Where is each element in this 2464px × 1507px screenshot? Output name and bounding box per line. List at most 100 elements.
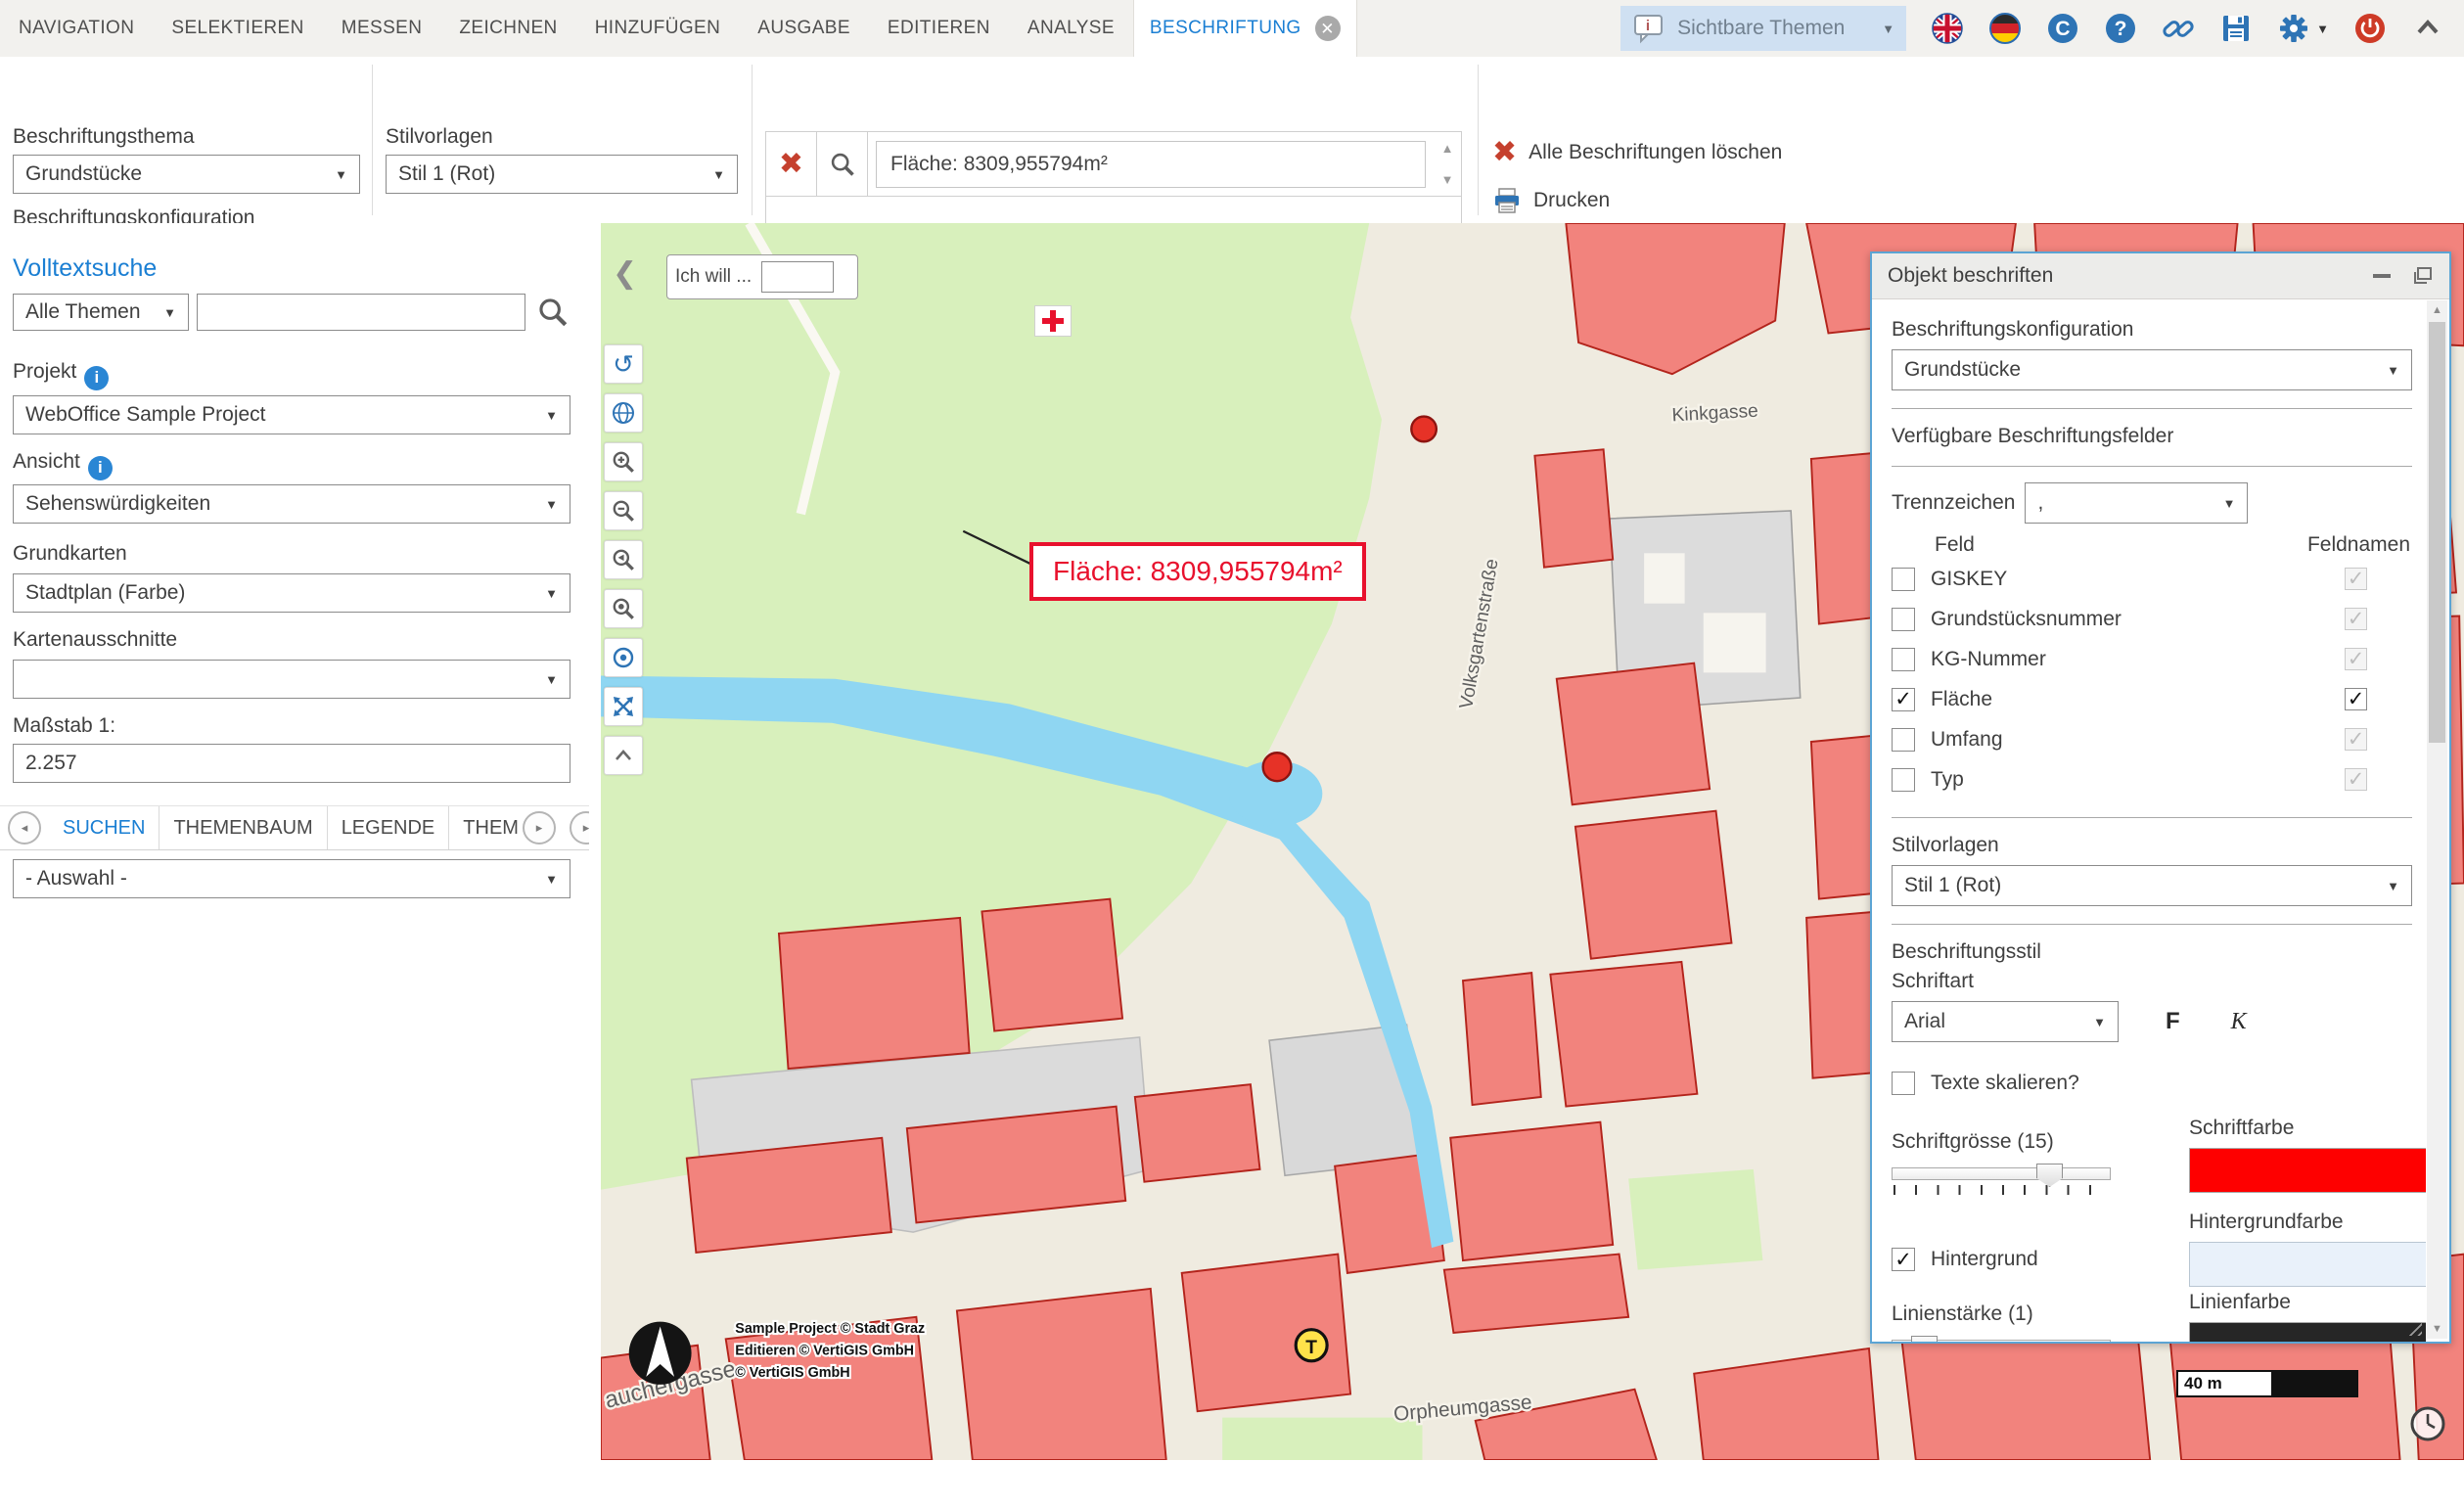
overview-map-button[interactable] xyxy=(604,393,643,433)
slider-thumb[interactable] xyxy=(1911,1336,1938,1342)
zoom-out-button[interactable] xyxy=(604,491,643,530)
zoom-in-button[interactable] xyxy=(604,442,643,481)
visible-themes-dropdown[interactable]: i Sichtbare Themen ▼ xyxy=(1620,6,1906,51)
help-icon[interactable]: ? xyxy=(2104,12,2137,45)
label-list-scroll[interactable]: ▲ ▼ xyxy=(1434,132,1461,197)
tab-themen[interactable]: THEM xyxy=(449,806,521,849)
grundkarten-value: Stadtplan (Farbe) xyxy=(25,581,545,605)
tab-selektieren[interactable]: SELEKTIEREN xyxy=(153,0,322,57)
zoom-previous-button[interactable] xyxy=(604,540,643,579)
tab-analyse[interactable]: ANALYSE xyxy=(1009,0,1133,57)
search-icon[interactable] xyxy=(536,296,570,329)
panel-stilvorlagen-select[interactable]: Stil 1 (Rot) ▼ xyxy=(1892,865,2412,906)
projekt-select[interactable]: WebOffice Sample Project ▼ xyxy=(13,395,570,434)
tab-zeichnen[interactable]: ZEICHNEN xyxy=(440,0,575,57)
map-area-label[interactable]: Fläche: 8309,955794m² xyxy=(1029,542,1366,601)
auswahl-select[interactable]: - Auswahl - ▼ xyxy=(13,859,570,898)
hintergrund-checkbox[interactable]: ✓ xyxy=(1892,1248,1915,1271)
transit-stop-marker[interactable]: T xyxy=(1296,1330,1327,1361)
scroll-down-icon[interactable]: ▼ xyxy=(2427,1319,2447,1339)
tabs-scroll-right-button[interactable]: ▸ xyxy=(523,811,556,845)
field-checkbox[interactable] xyxy=(1892,768,1915,792)
kartenausschnitte-select[interactable]: ▼ xyxy=(13,660,570,699)
italic-button[interactable]: K xyxy=(2225,1008,2253,1036)
copyright-info-icon[interactable]: C xyxy=(2046,12,2079,45)
schriftart-select[interactable]: Arial ▼ xyxy=(1892,1001,2119,1042)
scroll-up-icon[interactable]: ▲ xyxy=(1441,141,1454,156)
tabs-scroll-left-button[interactable]: ◂ xyxy=(8,811,41,845)
chevron-down-icon: ▼ xyxy=(545,872,558,887)
beschriftungsthema-select[interactable]: Grundstücke ▼ xyxy=(13,155,360,194)
scroll-up-icon[interactable]: ▲ xyxy=(2427,300,2447,320)
save-icon[interactable] xyxy=(2219,12,2253,45)
tab-messen[interactable]: MESSEN xyxy=(323,0,441,57)
tab-ausgabe[interactable]: AUSGABE xyxy=(739,0,869,57)
scroll-down-icon[interactable]: ▼ xyxy=(1441,172,1454,187)
tabs-overflow-button[interactable]: ▸ xyxy=(570,811,589,845)
sidebar-tabbar: ◂ SUCHEN THEMENBAUM LEGENDE THEM ▸ ▸ xyxy=(0,805,589,850)
feldname-checkbox: ✓ xyxy=(2345,728,2367,751)
massstab-input[interactable]: 2.257 xyxy=(13,744,570,783)
collapse-maptools-button[interactable] xyxy=(604,736,643,775)
previous-extent-button[interactable]: ↺ xyxy=(604,344,643,384)
volltextsuche-heading[interactable]: Volltextsuche xyxy=(13,254,157,283)
tab-themenbaum[interactable]: THEMENBAUM xyxy=(160,806,327,849)
zoom-next-button[interactable] xyxy=(604,589,643,628)
linienfarbe-swatch[interactable] xyxy=(2189,1322,2426,1342)
bold-button[interactable]: F xyxy=(2160,1007,2186,1036)
theme-filter-select[interactable]: Alle Themen ▼ xyxy=(13,294,189,331)
tab-suchen[interactable]: SUCHEN xyxy=(49,806,160,849)
panel-scrollbar[interactable]: ▲ ▼ xyxy=(2427,300,2447,1339)
english-language-icon[interactable] xyxy=(1931,12,1964,45)
field-checkbox[interactable] xyxy=(1892,608,1915,631)
delete-label-button[interactable]: ✖ xyxy=(766,132,817,197)
schriftgroesse-slider[interactable] xyxy=(1892,1164,2111,1199)
chevron-down-icon: ▼ xyxy=(545,672,558,687)
ich-will-input[interactable] xyxy=(761,261,834,293)
grundkarten-select[interactable]: Stadtplan (Farbe) ▼ xyxy=(13,573,570,613)
full-extent-button[interactable] xyxy=(604,687,643,726)
schriftfarbe-swatch[interactable] xyxy=(2189,1148,2426,1193)
collapse-up-icon[interactable] xyxy=(2411,12,2444,45)
time-slider-button[interactable] xyxy=(2407,1403,2448,1444)
slider-thumb[interactable] xyxy=(2036,1164,2063,1187)
delete-all-labels-button[interactable]: ✖ Alle Beschriftungen löschen xyxy=(1492,133,1782,172)
linienstaerke-slider[interactable] xyxy=(1892,1336,2111,1342)
ansicht-select[interactable]: Sehenswürdigkeiten ▼ xyxy=(13,484,570,524)
tab-hinzufuegen[interactable]: HINZUFÜGEN xyxy=(576,0,740,57)
trennzeichen-select[interactable]: , ▼ xyxy=(2025,482,2248,524)
field-checkbox[interactable] xyxy=(1892,728,1915,752)
field-checkbox[interactable] xyxy=(1892,568,1915,591)
tab-navigation[interactable]: NAVIGATION xyxy=(0,0,153,57)
info-icon[interactable]: i xyxy=(84,366,109,390)
field-checkbox[interactable]: ✓ xyxy=(1892,688,1915,711)
german-language-icon[interactable] xyxy=(1988,12,2022,45)
hintergrundfarbe-swatch[interactable] xyxy=(2189,1242,2426,1287)
poi-dot xyxy=(1263,753,1292,781)
feldname-checkbox[interactable]: ✓ xyxy=(2345,688,2367,710)
ich-will-box[interactable]: Ich will ... xyxy=(666,254,858,299)
close-tab-icon[interactable]: ✕ xyxy=(1315,16,1341,41)
texte-skalieren-label: Texte skalieren? xyxy=(1931,1072,2079,1095)
tab-editieren[interactable]: EDITIEREN xyxy=(869,0,1009,57)
restore-window-icon[interactable] xyxy=(2412,266,2434,286)
zoom-to-label-button[interactable] xyxy=(817,132,868,197)
stilvorlagen-select[interactable]: Stil 1 (Rot) ▼ xyxy=(386,155,738,194)
info-icon[interactable]: i xyxy=(88,456,113,480)
panel-konfig-select[interactable]: Grundstücke ▼ xyxy=(1892,349,2412,390)
minimize-icon[interactable] xyxy=(2373,274,2391,278)
settings-menu[interactable]: ▼ xyxy=(2277,12,2329,45)
center-map-button[interactable] xyxy=(604,638,643,677)
scrollbar-thumb[interactable] xyxy=(2429,322,2445,743)
label-text-field[interactable]: Fläche: 8309,955794m² xyxy=(876,141,1426,188)
fulltext-search-input[interactable] xyxy=(197,294,525,331)
tab-legende[interactable]: LEGENDE xyxy=(328,806,450,849)
link-icon[interactable] xyxy=(2162,12,2195,45)
logout-power-icon[interactable] xyxy=(2353,12,2387,45)
texte-skalieren-checkbox[interactable] xyxy=(1892,1072,1915,1095)
collapse-sidebar-icon[interactable]: ❮ xyxy=(613,256,637,291)
tab-beschriftung[interactable]: BESCHRIFTUNG ✕ xyxy=(1133,0,1357,57)
field-checkbox[interactable] xyxy=(1892,648,1915,671)
print-button[interactable]: Drucken xyxy=(1492,181,1782,220)
panel-header[interactable]: Objekt beschriften xyxy=(1872,253,2449,299)
